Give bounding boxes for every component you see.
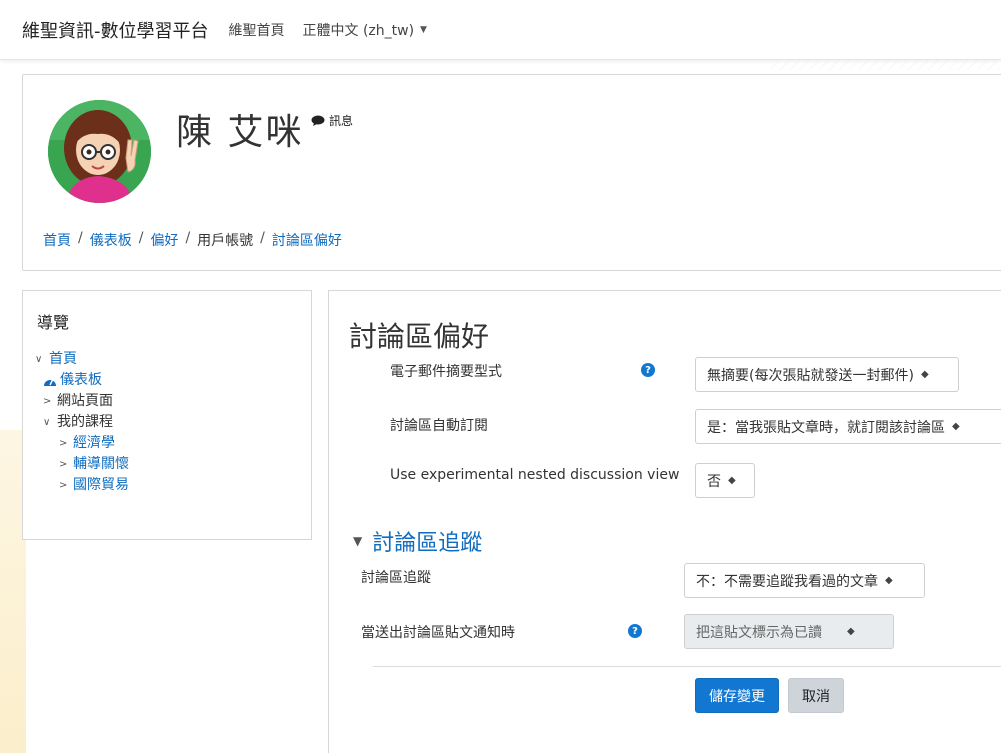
digest-type-select[interactable]: 無摘要(每次張貼就發送一封郵件) ◆ [695, 357, 959, 392]
language-menu[interactable]: 正體中文 (zh_tw) ▼ [303, 20, 427, 40]
breadcrumb-separator: / [78, 230, 83, 246]
caret-down-icon: ▼ [420, 24, 427, 35]
chevron-right-icon: > [59, 438, 68, 449]
nav-item-dashboard[interactable]: 儀表板 [35, 370, 129, 391]
breadcrumb-forum-preferences[interactable]: 討論區偏好 [272, 230, 342, 250]
nav-item-label[interactable]: 儀表板 [60, 370, 102, 391]
sort-arrows-icon: ◆ [920, 369, 929, 380]
save-changes-button[interactable]: 儲存變更 [695, 678, 779, 713]
mark-read-select: 把這貼文標示為已讀 ◆ [684, 614, 894, 649]
nav-item-label: 網站頁面 [57, 393, 113, 409]
page-title: 討論區偏好 [349, 320, 490, 353]
auto-subscribe-select[interactable]: 是：當我張貼文章時，就訂閱該討論區 ◆ [695, 409, 1001, 444]
nav-item-course[interactable]: > 經濟學 [35, 433, 129, 454]
sort-arrows-icon: ◆ [847, 626, 855, 637]
nav-item-home[interactable]: ∨ 首頁 [35, 349, 129, 370]
home-link[interactable]: 維聖首頁 [229, 20, 285, 40]
question-circle-icon[interactable]: ? [628, 624, 642, 638]
mark-read-label: 當送出討論區貼文通知時 [361, 625, 515, 641]
forum-tracking-section-header[interactable]: ▼ 討論區追蹤 [353, 525, 482, 557]
nav-item-label[interactable]: 首頁 [49, 349, 77, 370]
breadcrumb-separator: / [138, 230, 144, 246]
sort-arrows-icon: ◆ [952, 421, 960, 432]
select-value: 是：當我張貼文章時，就訂閱該討論區 [707, 419, 945, 436]
avatar[interactable] [48, 100, 151, 203]
nested-view-select[interactable]: 否 ◆ [695, 463, 755, 498]
nav-item-label[interactable]: 輔導關懷 [73, 454, 129, 475]
nav-item-label: 我的課程 [57, 414, 113, 430]
breadcrumb-user-account: 用戶帳號 [197, 233, 254, 249]
select-value: 不：不需要追蹤我看過的文章 [696, 573, 878, 590]
main-content: 討論區偏好 電子郵件摘要型式 ? 無摘要(每次張貼就發送一封郵件) ◆ 討論區自… [328, 290, 1001, 753]
digest-type-label: 電子郵件摘要型式 [390, 364, 502, 380]
tachometer-icon [44, 378, 56, 386]
top-navbar: 維聖資訊-數位學習平台 維聖首頁 正體中文 (zh_tw) ▼ [0, 0, 1001, 60]
navigation-block: 導覽 ∨ 首頁 儀表板 > 網站頁面 ∨ 我的課程 > 經濟學 > 輔導關懷 >… [22, 290, 312, 540]
nav-item-label[interactable]: 國際貿易 [73, 475, 129, 496]
message-button[interactable]: 訊息 [311, 112, 353, 129]
site-brand[interactable]: 維聖資訊-數位學習平台 [22, 17, 209, 43]
sort-arrows-icon: ◆ [885, 575, 893, 586]
chevron-right-icon: > [59, 459, 68, 470]
select-value: 否 [707, 473, 721, 490]
navigation-tree: ∨ 首頁 儀表板 > 網站頁面 ∨ 我的課程 > 經濟學 > 輔導關懷 > 國際… [35, 349, 129, 496]
page-header: 陳 艾咪 訊息 首頁 / 儀表板 / 偏好 / 用戶帳號 / 討論區偏好 [22, 74, 1001, 271]
question-circle-icon[interactable]: ? [641, 363, 655, 377]
chevron-down-icon: ∨ [43, 417, 51, 428]
avatar-image [48, 100, 151, 203]
nav-item-course[interactable]: > 輔導關懷 [35, 454, 129, 475]
language-label: 正體中文 (zh_tw) [302, 22, 415, 39]
nested-view-label: Use experimental nested discussion view [390, 467, 680, 483]
auto-subscribe-label: 討論區自動訂閱 [390, 418, 488, 434]
breadcrumb-separator: / [260, 230, 265, 246]
breadcrumb-separator: / [185, 230, 191, 246]
breadcrumb: 首頁 / 儀表板 / 偏好 / 用戶帳號 / 討論區偏好 [43, 230, 342, 250]
select-value: 無摘要(每次張貼就發送一封郵件) [707, 367, 914, 384]
breadcrumb-preferences[interactable]: 偏好 [150, 230, 178, 250]
section-title: 討論區追蹤 [372, 531, 483, 556]
nav-item-site-pages[interactable]: > 網站頁面 [35, 391, 129, 412]
nav-item-my-courses[interactable]: ∨ 我的課程 [35, 412, 129, 433]
chevron-right-icon: > [59, 480, 68, 491]
cancel-button[interactable]: 取消 [788, 678, 844, 713]
forum-tracking-select[interactable]: 不：不需要追蹤我看過的文章 ◆ [684, 563, 925, 598]
forum-tracking-label: 討論區追蹤 [361, 570, 431, 586]
speech-bubble-icon [311, 115, 325, 126]
select-value: 把這貼文標示為已讀 [696, 624, 822, 641]
divider [373, 666, 1001, 667]
user-fullname: 陳 艾咪 [176, 112, 304, 153]
nav-item-course[interactable]: > 國際貿易 [35, 475, 129, 496]
breadcrumb-home[interactable]: 首頁 [43, 230, 71, 250]
sort-arrows-icon: ◆ [728, 475, 736, 486]
collapse-triangle-icon: ▼ [353, 534, 363, 548]
chevron-down-icon: ∨ [35, 354, 43, 365]
breadcrumb-dashboard[interactable]: 儀表板 [90, 230, 132, 250]
navigation-title: 導覽 [37, 313, 70, 332]
nav-item-label[interactable]: 經濟學 [73, 433, 115, 454]
message-label: 訊息 [329, 114, 354, 128]
chevron-right-icon: > [43, 396, 52, 407]
